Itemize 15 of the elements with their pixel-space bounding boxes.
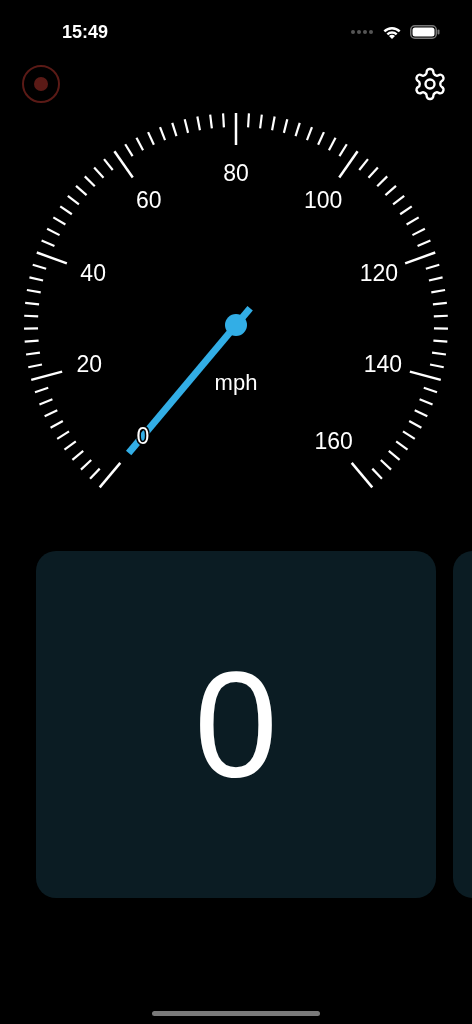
signal-icon — [350, 29, 374, 35]
battery-icon — [410, 25, 440, 39]
scale-label: 20 — [76, 351, 102, 378]
settings-icon — [412, 66, 448, 102]
wifi-icon — [382, 24, 402, 40]
scale-label: 120 — [359, 260, 398, 286]
unit-label: mph — [214, 370, 258, 395]
status-time: 15:49 — [62, 21, 109, 43]
scale-label: 80 — [223, 160, 249, 186]
scale-label: 100 — [304, 187, 343, 214]
scale-label: 60 — [136, 187, 162, 214]
scale-label: 160 — [314, 428, 353, 455]
speed-value: 0 — [194, 649, 278, 800]
scale-label: 40 — [80, 260, 106, 286]
scale-label: 140 — [363, 351, 402, 378]
